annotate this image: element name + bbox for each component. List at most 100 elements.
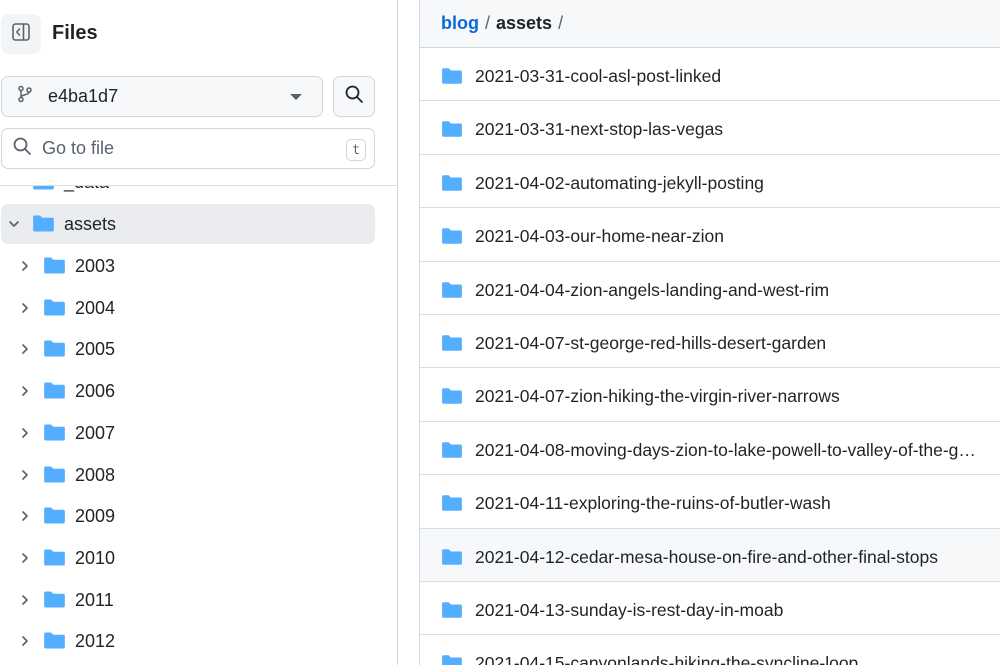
directory-listing: blog / assets / 2021-03-31-cool-asl-post…: [419, 0, 1000, 665]
file-row[interactable]: 2021-04-11-exploring-the-ruins-of-butler…: [420, 475, 1000, 529]
tree-item-label: 2009: [75, 506, 116, 527]
file-row[interactable]: 2021-04-07-zion-hiking-the-virgin-river-…: [420, 368, 1000, 422]
file-row[interactable]: 2021-04-08-moving-days-zion-to-lake-powe…: [420, 422, 1000, 476]
go-to-file-input[interactable]: [42, 138, 332, 159]
file-row[interactable]: 2021-04-12-cedar-mesa-house-on-fire-and-…: [420, 528, 1000, 582]
folder-icon: [441, 227, 463, 250]
tree-item-label: assets: [64, 214, 117, 234]
chevron-right-icon[interactable]: [17, 425, 33, 441]
tree-item-label: 2012: [75, 631, 116, 652]
file-link[interactable]: 2021-04-07-zion-hiking-the-virgin-river-…: [475, 386, 840, 407]
folder-icon: [441, 441, 463, 464]
folder-icon: [441, 654, 463, 665]
sidebar-divider[interactable]: [397, 0, 398, 665]
tree-item-2008[interactable]: 2008: [1, 455, 375, 495]
breadcrumb-root-link[interactable]: blog: [441, 13, 479, 34]
breadcrumb-separator: /: [558, 13, 564, 33]
folder-icon: [441, 334, 463, 357]
folder-icon: [43, 381, 66, 405]
tree-item-assets[interactable]: assets: [1, 204, 375, 244]
tree-item-label: 2004: [75, 297, 116, 318]
breadcrumb: blog / assets /: [420, 0, 1000, 48]
folder-icon: [43, 548, 66, 572]
chevron-right-icon[interactable]: [17, 300, 33, 316]
tree-item-label: 2005: [75, 339, 116, 360]
tree-item-2003[interactable]: 2003: [1, 246, 375, 286]
folder-icon: [43, 631, 66, 655]
chevron-right-icon[interactable]: [17, 258, 33, 274]
chevron-right-icon[interactable]: [17, 633, 33, 649]
folder-icon: [441, 281, 463, 304]
tree-item-label: 2007: [75, 422, 116, 443]
file-row[interactable]: 2021-04-13-sunday-is-rest-day-in-moab: [420, 582, 1000, 636]
caret-down-icon: [290, 94, 302, 100]
file-row[interactable]: 2021-03-31-next-stop-las-vegas: [420, 101, 1000, 155]
folder-open-icon: [32, 214, 55, 238]
tree-item-2005[interactable]: 2005: [1, 329, 375, 369]
search-icon: [344, 84, 364, 109]
file-link[interactable]: 2021-04-02-automating-jekyll-posting: [475, 173, 764, 194]
go-to-file-field[interactable]: t: [1, 128, 375, 169]
folder-icon: [43, 465, 66, 489]
file-row[interactable]: 2021-04-07-st-george-red-hills-desert-ga…: [420, 315, 1000, 369]
keyboard-shortcut-hint: t: [346, 139, 366, 161]
file-link[interactable]: 2021-04-11-exploring-the-ruins-of-butler…: [475, 493, 831, 514]
tree-item-label: 2010: [75, 547, 116, 568]
tree-item-label: 2003: [75, 256, 116, 276]
file-link[interactable]: 2021-04-04-zion-angels-landing-and-west-…: [475, 280, 829, 301]
search-button[interactable]: [333, 76, 375, 117]
chevron-right-icon[interactable]: [17, 341, 33, 357]
file-link[interactable]: 2021-03-31-cool-asl-post-linked: [475, 66, 721, 87]
chevron-right-icon[interactable]: [17, 508, 33, 524]
chevron-right-icon[interactable]: [17, 592, 33, 608]
chevron-right-icon[interactable]: [17, 383, 33, 399]
chevron-right-icon[interactable]: [17, 467, 33, 483]
tree-item-2010[interactable]: 2010: [1, 538, 375, 578]
file-link[interactable]: 2021-04-13-sunday-is-rest-day-in-moab: [475, 600, 783, 621]
folder-icon: [43, 256, 66, 280]
branch-name: e4ba1d7: [48, 86, 119, 106]
folder-icon: [441, 387, 463, 410]
tree-item-2012[interactable]: 2012: [1, 621, 375, 661]
folder-icon: [43, 298, 66, 322]
tree-item-2011[interactable]: 2011: [1, 580, 375, 620]
search-icon: [12, 136, 32, 161]
tree-item-2006[interactable]: 2006: [1, 371, 375, 411]
file-link[interactable]: 2021-04-08-moving-days-zion-to-lake-powe…: [475, 440, 981, 461]
file-link[interactable]: 2021-04-03-our-home-near-zion: [475, 226, 724, 247]
file-row[interactable]: 2021-04-03-our-home-near-zion: [420, 208, 1000, 262]
file-link[interactable]: 2021-03-31-next-stop-las-vegas: [475, 119, 723, 140]
folder-icon: [441, 67, 463, 90]
file-link[interactable]: 2021-04-07-st-george-red-hills-desert-ga…: [475, 333, 826, 354]
tree-item-label: 2011: [75, 589, 114, 610]
chevron-right-icon[interactable]: [17, 550, 33, 566]
tree-item-2007[interactable]: 2007: [1, 413, 375, 453]
file-row[interactable]: 2021-04-04-zion-angels-landing-and-west-…: [420, 262, 1000, 315]
file-row[interactable]: 2021-04-15-canyonlands-hiking-the-syncli…: [420, 635, 1000, 665]
file-row[interactable]: 2021-04-02-automating-jekyll-posting: [420, 155, 1000, 209]
sidebar-header: Files e4ba1d7 Go to file t: [0, 0, 397, 186]
file-link[interactable]: 2021-04-15-canyonlands-hiking-the-syncli…: [475, 653, 858, 665]
file-link[interactable]: 2021-04-12-cedar-mesa-house-on-fire-and-…: [475, 547, 938, 568]
file-tree-sidebar: _dataassets20032004200520062007200820092…: [0, 0, 397, 665]
sidebar-title: Files: [52, 22, 98, 44]
tree-item-2009[interactable]: 2009: [1, 496, 375, 536]
sidebar-collapse-icon: [11, 22, 31, 47]
tree-item-label: 2006: [75, 381, 116, 402]
folder-icon: [441, 601, 463, 624]
folder-icon: [43, 506, 66, 530]
git-branch-icon: [16, 85, 34, 108]
chevron-down-icon[interactable]: [6, 216, 22, 232]
folder-icon: [441, 548, 463, 571]
breadcrumb-current: assets: [496, 13, 553, 33]
collapse-sidebar-button[interactable]: [1, 14, 41, 54]
file-row[interactable]: 2021-03-31-cool-asl-post-linked: [420, 48, 1000, 102]
tree-item-label: 2008: [75, 464, 116, 485]
folder-icon: [43, 423, 66, 447]
folder-icon: [43, 339, 66, 363]
tree-item-2004[interactable]: 2004: [1, 288, 375, 328]
folder-icon: [441, 174, 463, 197]
folder-icon: [441, 120, 463, 143]
branch-selector-button[interactable]: e4ba1d7: [1, 76, 323, 117]
folder-icon: [441, 494, 463, 517]
